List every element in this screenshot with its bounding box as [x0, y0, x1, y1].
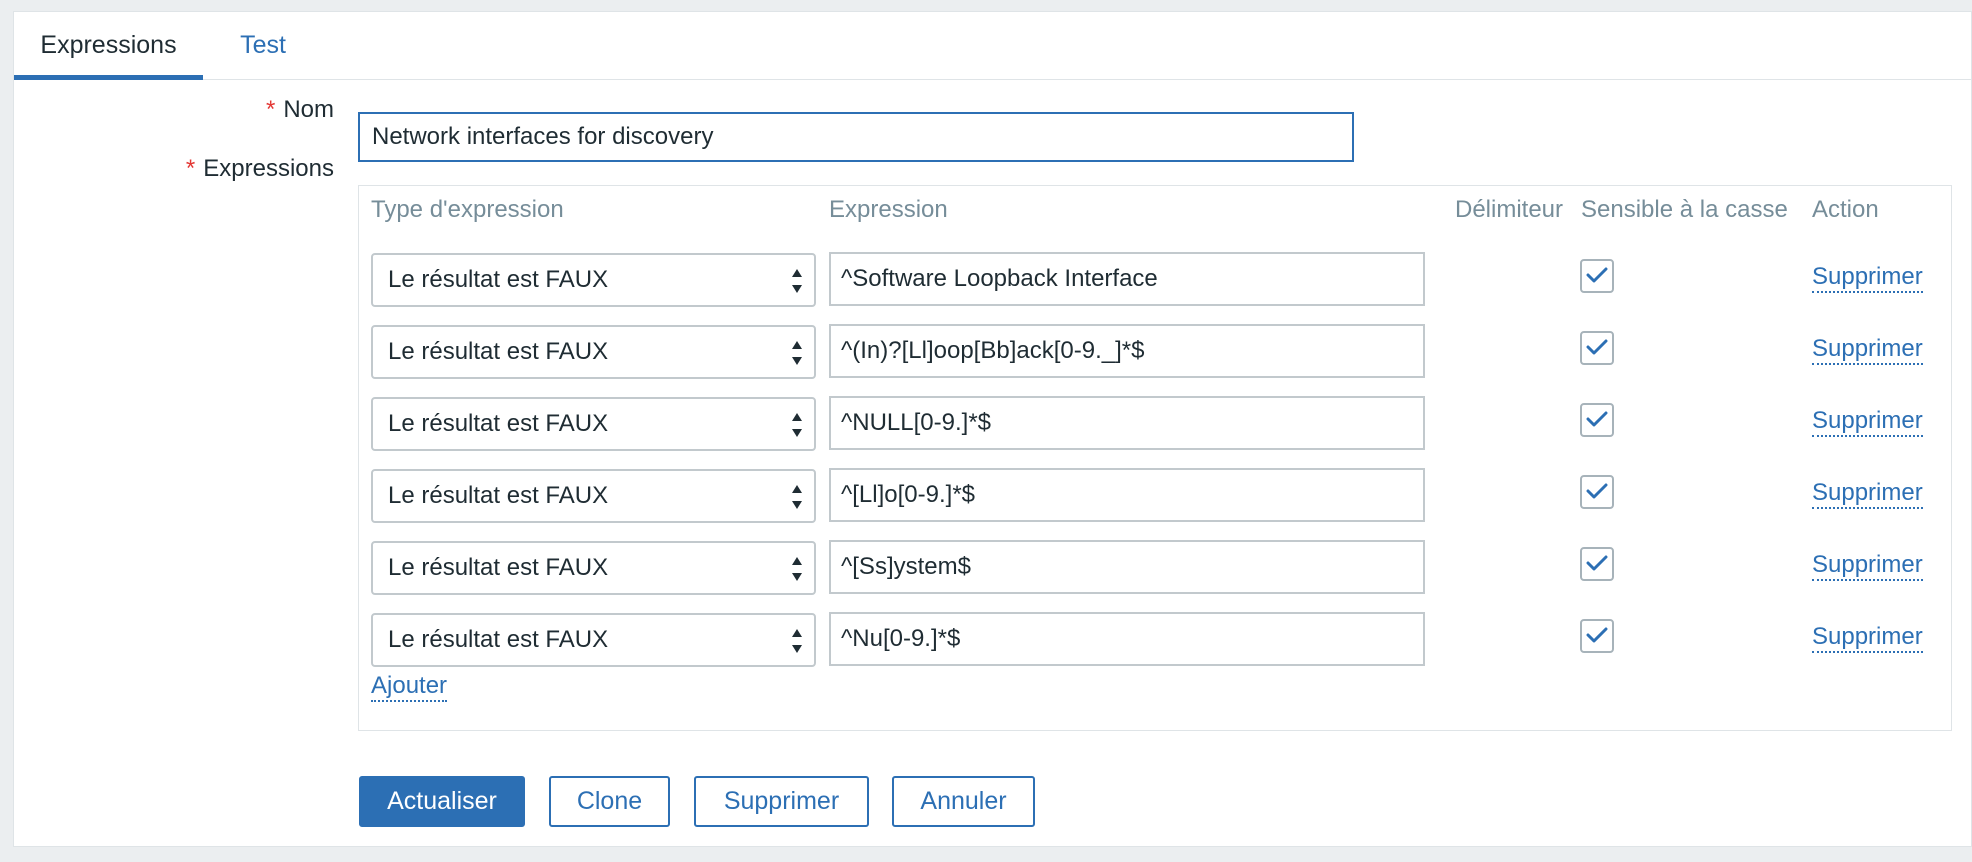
- expression-type-select[interactable]: Le résultat est FAUX: [371, 325, 816, 379]
- expression-input[interactable]: [829, 396, 1425, 450]
- remove-expression-link[interactable]: Supprimer: [1812, 479, 1923, 509]
- expression-row: Le résultat est FAUX Supprimer: [359, 396, 1951, 451]
- add-expression-link[interactable]: Ajouter: [371, 672, 448, 702]
- updown-arrows-icon: [792, 341, 802, 365]
- expression-type-value: Le résultat est FAUX: [388, 554, 609, 581]
- expression-type-value: Le résultat est FAUX: [388, 626, 609, 653]
- expressions-table: Type d'expression Expression Délimiteur …: [358, 185, 1952, 731]
- required-marker: *: [185, 155, 196, 182]
- checkmark-icon: [1586, 267, 1608, 283]
- expression-type-value: Le résultat est FAUX: [388, 266, 609, 293]
- expression-row: Le résultat est FAUX Supprimer: [359, 324, 1951, 379]
- checkmark-icon: [1586, 411, 1608, 427]
- checkmark-icon: [1586, 627, 1608, 643]
- updown-arrows-icon: [792, 413, 802, 437]
- name-input[interactable]: [358, 112, 1354, 162]
- case-sensitive-checkbox[interactable]: [1580, 331, 1614, 365]
- updown-arrows-icon: [792, 485, 802, 509]
- remove-expression-link[interactable]: Supprimer: [1812, 623, 1923, 653]
- expression-input[interactable]: [829, 324, 1425, 378]
- header-action: Action: [1812, 196, 1879, 223]
- remove-expression-link[interactable]: Supprimer: [1812, 263, 1923, 293]
- remove-expression-link[interactable]: Supprimer: [1812, 407, 1923, 437]
- header-expression-type: Type d'expression: [371, 196, 564, 223]
- expression-row: Le résultat est FAUX Supprimer: [359, 612, 1951, 667]
- remove-expression-link[interactable]: Supprimer: [1812, 335, 1923, 365]
- header-expression: Expression: [829, 196, 948, 223]
- checkmark-icon: [1586, 339, 1608, 355]
- tab-test[interactable]: Test: [203, 12, 323, 79]
- case-sensitive-checkbox[interactable]: [1580, 547, 1614, 581]
- expression-input[interactable]: [829, 468, 1425, 522]
- expression-row: Le résultat est FAUX Supprimer: [359, 540, 1951, 595]
- tab-bar: Expressions Test: [14, 12, 1971, 80]
- checkmark-icon: [1586, 483, 1608, 499]
- header-case-sensitive: Sensible à la casse: [1581, 196, 1788, 223]
- checkmark-icon: [1586, 555, 1608, 571]
- expression-input[interactable]: [829, 252, 1425, 306]
- updown-arrows-icon: [792, 269, 802, 293]
- clone-button[interactable]: Clone: [549, 776, 670, 827]
- expression-type-value: Le résultat est FAUX: [388, 482, 609, 509]
- case-sensitive-checkbox[interactable]: [1580, 475, 1614, 509]
- case-sensitive-checkbox[interactable]: [1580, 619, 1614, 653]
- expression-type-select[interactable]: Le résultat est FAUX: [371, 469, 816, 523]
- expression-type-select[interactable]: Le résultat est FAUX: [371, 397, 816, 451]
- header-delimiter: Délimiteur: [1455, 196, 1564, 223]
- expression-input[interactable]: [829, 612, 1425, 666]
- expression-type-select[interactable]: Le résultat est FAUX: [371, 541, 816, 595]
- name-label-text: Nom: [283, 96, 334, 123]
- expressions-label: * Expressions: [186, 155, 334, 183]
- expression-type-select[interactable]: Le résultat est FAUX: [371, 253, 816, 307]
- updown-arrows-icon: [792, 557, 802, 581]
- tab-expressions[interactable]: Expressions: [14, 12, 203, 80]
- expression-type-value: Le résultat est FAUX: [388, 410, 609, 437]
- expression-type-value: Le résultat est FAUX: [388, 338, 609, 365]
- updown-arrows-icon: [792, 629, 802, 653]
- case-sensitive-checkbox[interactable]: [1580, 403, 1614, 437]
- expression-row: Le résultat est FAUX Supprimer: [359, 468, 1951, 523]
- expression-type-select[interactable]: Le résultat est FAUX: [371, 613, 816, 667]
- cancel-button[interactable]: Annuler: [892, 776, 1035, 827]
- expressions-label-text: Expressions: [203, 155, 334, 182]
- name-label: * Nom: [266, 96, 334, 124]
- remove-expression-link[interactable]: Supprimer: [1812, 551, 1923, 581]
- expression-row: Le résultat est FAUX Supprimer: [359, 252, 1951, 307]
- delete-button[interactable]: Supprimer: [694, 776, 869, 827]
- update-button[interactable]: Actualiser: [359, 776, 525, 827]
- required-marker: *: [265, 96, 276, 123]
- regexp-form-panel: Expressions Test * Nom * Expressions Type …: [13, 11, 1972, 847]
- expression-input[interactable]: [829, 540, 1425, 594]
- case-sensitive-checkbox[interactable]: [1580, 259, 1614, 293]
